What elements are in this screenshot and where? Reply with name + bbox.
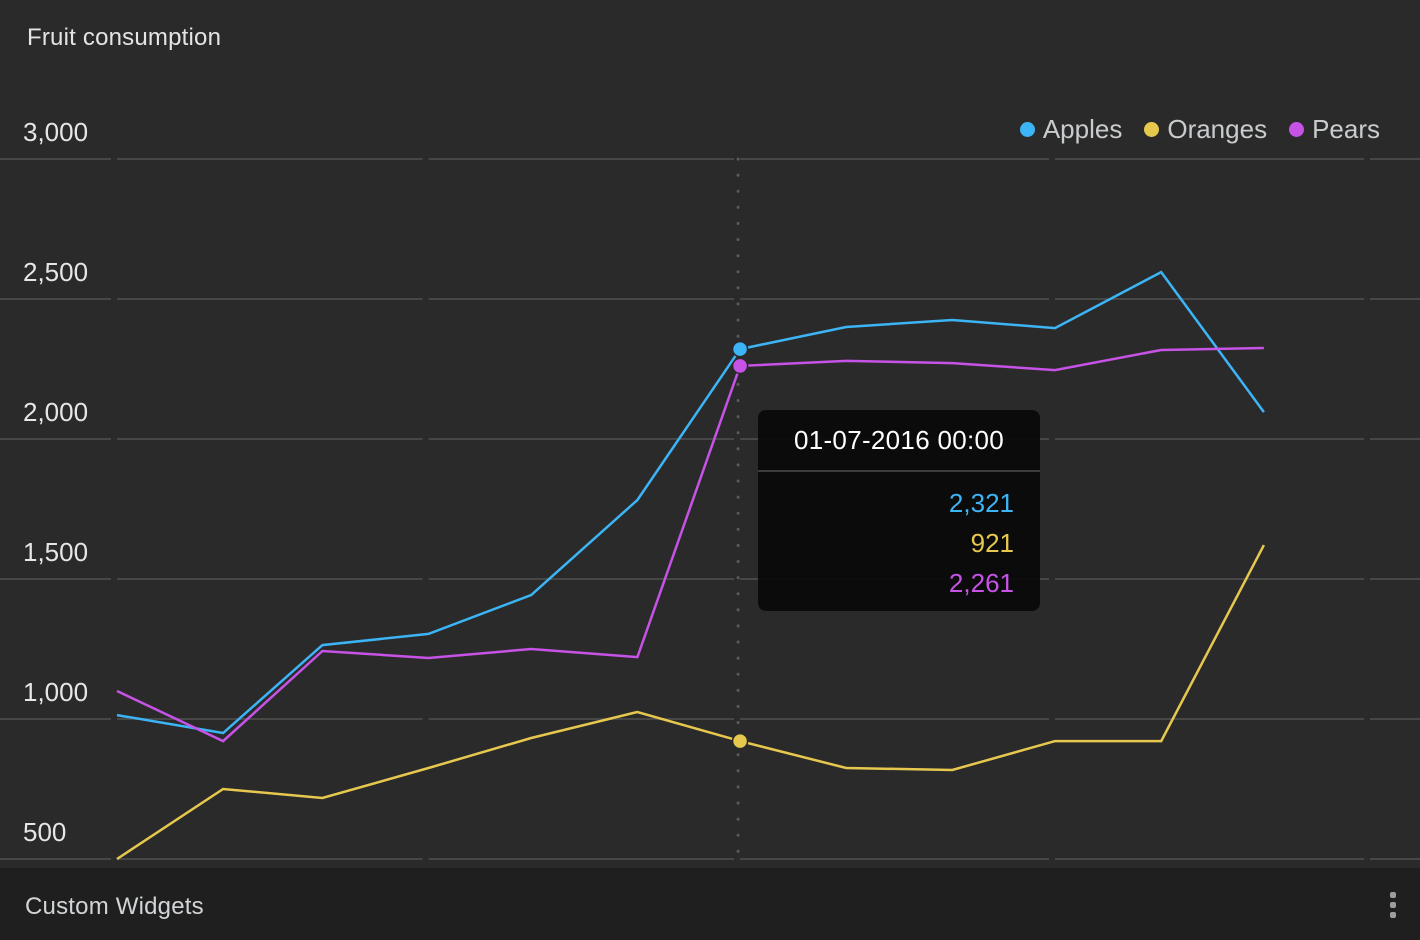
legend-label-apples: Apples	[1042, 114, 1123, 144]
series-line-pears	[116, 346, 1264, 743]
legend-label-oranges: Oranges	[1167, 114, 1268, 144]
kebab-menu-icon[interactable]	[1387, 892, 1399, 918]
apples-dot-icon	[1019, 122, 1035, 137]
legend-label-pears: Pears	[1312, 114, 1380, 144]
oranges-dot-icon	[1144, 122, 1160, 137]
grid	[0, 158, 1420, 860]
legend: Apples Oranges Pears	[1019, 114, 1380, 145]
kebab-dot	[1390, 912, 1396, 918]
series-line-apples	[116, 270, 1265, 735]
legend-item-pears[interactable]: Pears	[1289, 114, 1380, 145]
chart-widget: Fruit consumption 500 1,000 1,500 2,000 2,50…	[0, 0, 1420, 940]
y-tick-label: 3,000	[23, 117, 88, 147]
highlight-marker-oranges	[731, 732, 749, 750]
widget-footer: Custom Widgets	[0, 868, 1420, 940]
tooltip: 01-07-2016 00:00 2,321 921 2,261	[758, 410, 1040, 611]
tooltip-value-apples: 2,321	[948, 488, 1014, 518]
highlight-marker-pears	[731, 357, 749, 375]
tooltip-value-pears: 2,261	[948, 568, 1014, 598]
tooltip-values: 2,321 921 2,261	[758, 472, 1040, 606]
series-lines	[116, 270, 1266, 861]
y-tick-label: 2,500	[23, 257, 88, 287]
footer-label: Custom Widgets	[25, 893, 204, 920]
highlight-markers	[731, 340, 749, 750]
kebab-dot	[1390, 892, 1396, 898]
tooltip-value-oranges: 921	[970, 528, 1014, 558]
series-line-oranges	[116, 544, 1266, 861]
y-tick-label: 1,000	[23, 677, 88, 707]
highlight-marker-apples	[731, 340, 749, 358]
y-tick-label: 500	[23, 817, 66, 847]
kebab-dot	[1390, 902, 1396, 908]
tooltip-date: 01-07-2016 00:00	[758, 410, 1040, 472]
y-tick-label: 2,000	[23, 397, 88, 427]
y-tick-label: 1,500	[23, 537, 88, 567]
y-axis-labels: 500 1,000 1,500 2,000 2,500 3,000	[23, 117, 88, 847]
legend-item-oranges[interactable]: Oranges	[1144, 114, 1267, 145]
legend-item-apples[interactable]: Apples	[1019, 114, 1123, 145]
pears-dot-icon	[1289, 122, 1305, 137]
